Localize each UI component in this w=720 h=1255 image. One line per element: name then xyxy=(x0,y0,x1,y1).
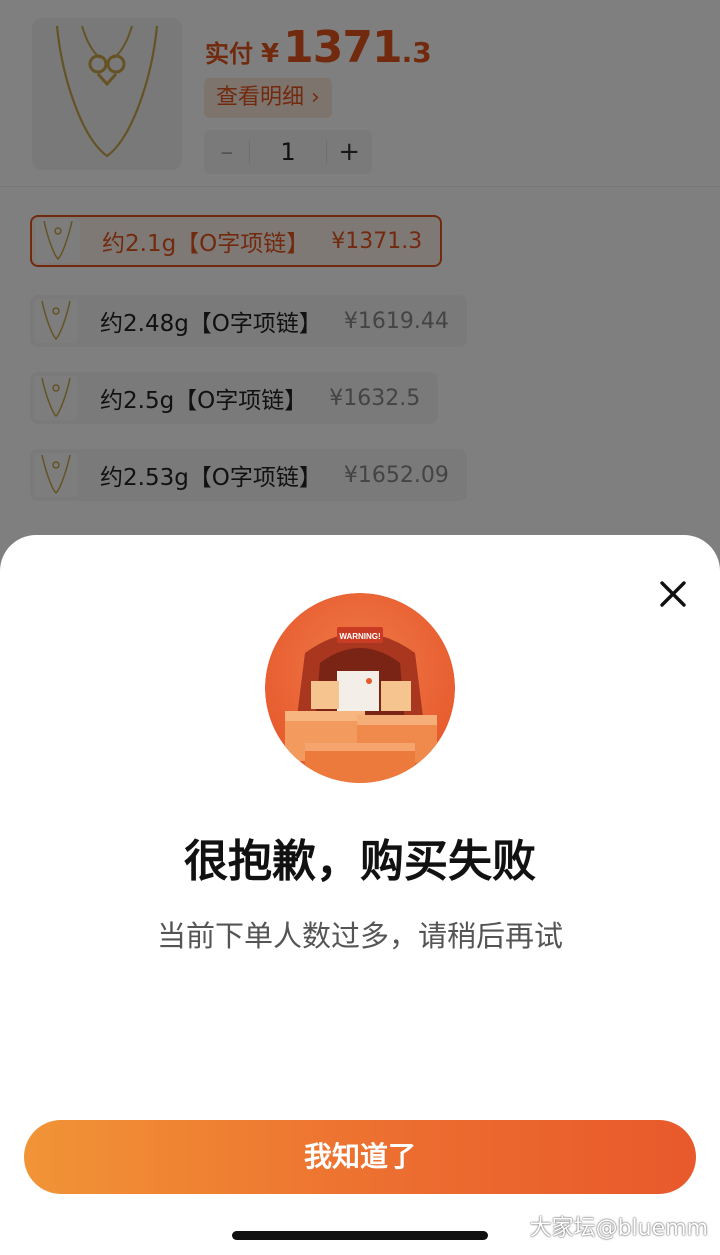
close-icon[interactable] xyxy=(656,577,690,611)
warning-boxes-illustration: WARNING! xyxy=(265,593,455,783)
watermark: 大家坛@bluemm xyxy=(529,1216,708,1241)
acknowledge-button[interactable]: 我知道了 xyxy=(24,1120,696,1194)
dialog-title: 很抱歉，购买失败 xyxy=(184,836,536,887)
purchase-failed-dialog: WARNING! 很抱歉，购买失败 当前下单人数过多，请稍后再试 我知道了 xyxy=(0,535,720,1255)
home-indicator[interactable] xyxy=(232,1231,488,1240)
dialog-message: 当前下单人数过多，请稍后再试 xyxy=(156,919,563,953)
warning-sign-text: WARNING! xyxy=(339,632,380,641)
